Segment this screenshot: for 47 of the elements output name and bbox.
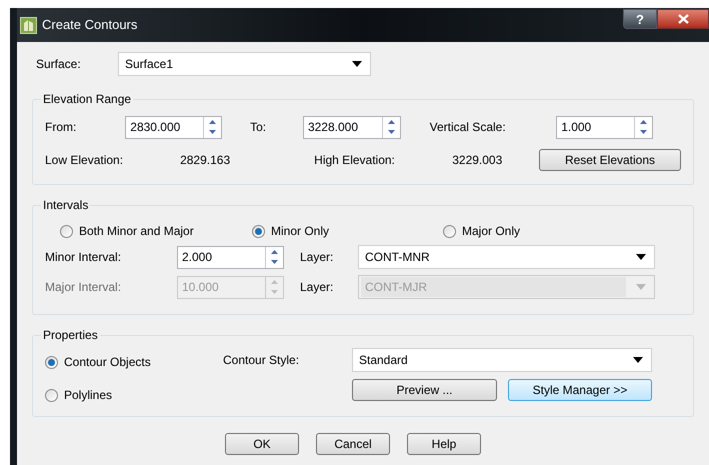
app-icon	[20, 16, 37, 34]
button[interactable]: Reset Elevations	[538, 149, 681, 171]
elevation-value: 3229.003	[452, 152, 504, 169]
radio-button[interactable]	[45, 356, 58, 368]
caret-icon	[636, 254, 646, 260]
field-label: Minor Interval:	[45, 249, 122, 266]
elevation-value: 2829.163	[180, 152, 232, 169]
caret-icon	[352, 61, 362, 67]
field-label: Major Interval:	[45, 279, 122, 296]
field-label: From:	[45, 119, 78, 136]
field-label: To:	[250, 119, 268, 136]
radio-button[interactable]	[252, 224, 265, 238]
button[interactable]: Cancel	[316, 433, 390, 455]
radio-option[interactable]: Major Only	[443, 222, 634, 240]
radio-option[interactable]: Polylines	[45, 386, 223, 404]
close-icon	[678, 14, 688, 24]
radio-button[interactable]	[60, 224, 73, 238]
button[interactable]: Help	[407, 433, 481, 455]
button[interactable]: Style Manager >>	[508, 379, 652, 401]
window-title: Create Contours	[42, 16, 138, 34]
radio-option[interactable]: Minor Only	[252, 222, 443, 240]
group-title: Properties	[41, 327, 100, 343]
field-label: Surface:	[36, 56, 82, 73]
number-field[interactable]: 3228.000	[302, 116, 402, 138]
radio-button[interactable]	[45, 388, 58, 402]
caret-icon	[636, 284, 646, 290]
number-field[interactable]: 1.000	[556, 116, 653, 138]
field-label: Contour Style:	[223, 352, 300, 369]
radio-option[interactable]: Contour Objects	[45, 353, 223, 371]
surface-dropdown[interactable]: Surface1	[118, 52, 371, 76]
help-button[interactable]: ?	[623, 9, 657, 29]
number-field[interactable]: 2.000	[177, 246, 284, 268]
field-label: Layer:	[299, 279, 334, 296]
style-dropdown[interactable]: Standard	[352, 348, 652, 372]
layer-dropdown[interactable]: CONT-MNR	[358, 245, 655, 269]
radio-option[interactable]: Both Minor and Major	[60, 222, 252, 240]
close-button[interactable]	[657, 9, 709, 29]
number-field[interactable]: 2830.000	[125, 116, 222, 138]
field-label: High Elevation:	[314, 152, 396, 169]
field-label: Layer:	[299, 249, 334, 266]
field-label: Vertical Scale:	[430, 119, 507, 136]
radio-button[interactable]	[443, 224, 456, 238]
button[interactable]: Preview ...	[352, 379, 497, 401]
caret-icon	[633, 357, 643, 363]
group-title: Elevation Range	[41, 91, 134, 107]
field-label: Low Elevation:	[45, 152, 124, 169]
button[interactable]: OK	[225, 433, 299, 455]
